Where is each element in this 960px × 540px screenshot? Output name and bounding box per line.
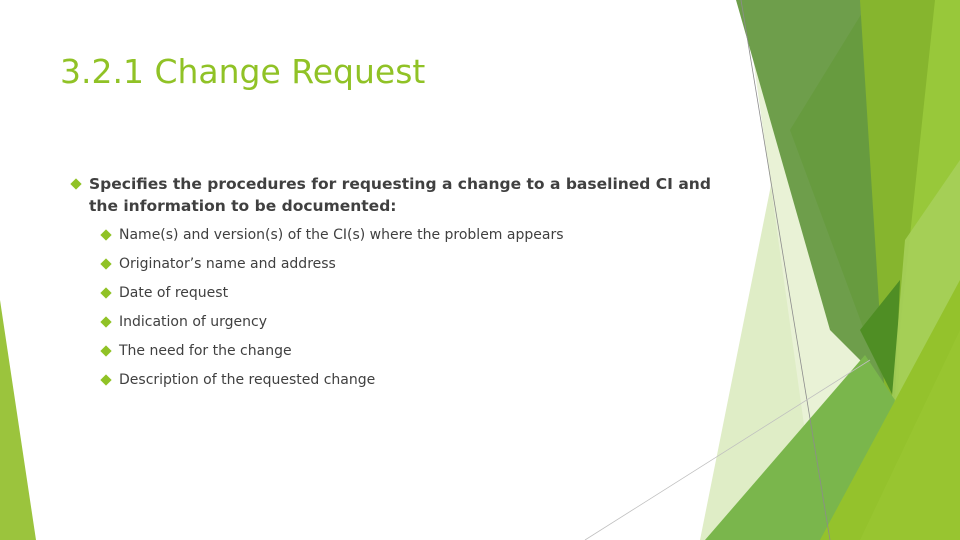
diamond-bullet-icon xyxy=(100,345,112,357)
main-bullet-text: Specifies the procedures for requesting … xyxy=(89,175,711,215)
left-accent-shape xyxy=(0,300,36,540)
diamond-bullet-icon xyxy=(70,178,82,190)
list-item: Description of the requested change xyxy=(70,370,720,399)
list-item: Name(s) and version(s) of the CI(s) wher… xyxy=(70,225,720,254)
list-item-text: Name(s) and version(s) of the CI(s) wher… xyxy=(119,227,564,243)
slide-title: 3.2.1 Change Request xyxy=(60,52,426,91)
list-item: The need for the change xyxy=(70,341,720,370)
diamond-bullet-icon xyxy=(100,287,112,299)
list-item-text: Date of request xyxy=(119,285,229,301)
list-item-text: Originator’s name and address xyxy=(119,256,336,272)
slide: 3.2.1 Change Request Specifies the proce… xyxy=(0,0,960,540)
diamond-bullet-icon xyxy=(100,229,112,241)
sub-bullet-list: Name(s) and version(s) of the CI(s) wher… xyxy=(70,225,720,399)
slide-body: Specifies the procedures for requesting … xyxy=(70,173,720,399)
list-item: Date of request xyxy=(70,283,720,312)
diamond-bullet-icon xyxy=(100,374,112,386)
list-item-text: Indication of urgency xyxy=(119,314,268,330)
diamond-bullet-icon xyxy=(100,316,112,328)
list-item: Originator’s name and address xyxy=(70,254,720,283)
list-item: Indication of urgency xyxy=(70,312,720,341)
list-item-text: Description of the requested change xyxy=(119,372,376,388)
main-bullet: Specifies the procedures for requesting … xyxy=(70,173,720,217)
diamond-bullet-icon xyxy=(100,258,112,270)
list-item-text: The need for the change xyxy=(119,343,292,359)
